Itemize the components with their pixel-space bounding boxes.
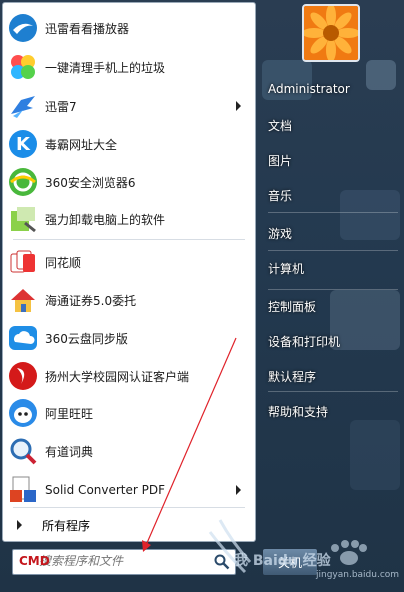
program-item-label: 360安全浏览器6 <box>45 175 136 190</box>
program-item-label: 一键清理手机上的垃圾 <box>45 60 166 75</box>
uninstaller-icon <box>7 203 39 235</box>
xunlei-bird-icon <box>7 90 39 122</box>
program-item-label: 海通证券5.0委托 <box>45 293 137 308</box>
flower-icon <box>304 6 358 60</box>
separator <box>13 239 245 240</box>
program-item-label: 强力卸载电脑上的软件 <box>45 212 166 227</box>
program-item[interactable]: 强力卸载电脑上的软件 <box>7 202 251 236</box>
right-separator <box>268 250 398 251</box>
right-menu-item[interactable]: 帮助和支持 <box>268 403 328 420</box>
search-icon[interactable] <box>213 553 231 571</box>
program-item[interactable]: 同花顺 <box>7 245 251 279</box>
submenu-arrow-icon[interactable] <box>236 485 241 495</box>
program-item-label: 有道词典 <box>45 444 94 459</box>
right-separator <box>268 391 398 392</box>
xunlei-kankan-icon <box>7 12 39 44</box>
watermark-text: 我 Baidu 经验 <box>234 553 331 569</box>
all-programs-label: 所有程序 <box>42 518 91 533</box>
program-item-label: 360云盘同步版 <box>45 331 128 346</box>
right-pane: Administrator 文档图片音乐游戏计算机控制面板设备和打印机 默认程序帮助… <box>256 0 404 592</box>
right-menu-item[interactable]: 默认程序 <box>268 368 316 385</box>
program-item-label: Solid Converter PDF <box>45 483 166 497</box>
program-item[interactable]: 阿里旺旺 <box>7 396 251 430</box>
program-item-label: 迅雷看看播放器 <box>45 21 130 36</box>
right-separator <box>268 212 398 213</box>
right-menu-item[interactable]: 计算机 <box>268 260 304 277</box>
right-separator <box>268 289 398 290</box>
separator <box>13 507 245 508</box>
aliwangwang-icon <box>7 397 39 429</box>
program-item[interactable]: 迅雷看看播放器 <box>7 11 251 45</box>
360-browser-icon <box>7 166 39 198</box>
programs-pane: 迅雷看看播放器一键清理手机上的垃圾 迅雷7 K 毒霸网址大全 360安全浏览器6 强力卸载… <box>2 2 256 542</box>
search-typed-text: CMD <box>19 554 50 568</box>
svg-text:K: K <box>16 134 31 155</box>
tonghuashun-cards-icon <box>7 246 39 278</box>
program-item[interactable]: 扬州大学校园网认证客户端 <box>7 359 251 393</box>
right-menu-item[interactable]: 图片 <box>268 152 292 169</box>
pdf-converter-icon <box>7 474 39 506</box>
search-box[interactable]: CMD <box>12 549 236 575</box>
user-avatar[interactable] <box>302 4 360 62</box>
program-item-label: 阿里旺旺 <box>45 406 94 421</box>
all-programs-button[interactable]: 所有程序 <box>7 513 251 537</box>
program-item-label: 扬州大学校园网认证客户端 <box>45 369 190 384</box>
program-item[interactable]: 360安全浏览器6 <box>7 165 251 199</box>
program-item[interactable]: 海通证券5.0委托 <box>7 283 251 317</box>
program-item[interactable]: 迅雷7 <box>7 89 251 123</box>
expand-arrow-icon <box>17 520 22 530</box>
right-menu-item[interactable]: 控制面板 <box>268 298 316 315</box>
submenu-arrow-icon[interactable] <box>236 101 241 111</box>
user-name-link[interactable]: Administrator <box>268 82 350 96</box>
watermark-url: jingyan.baidu.com <box>316 570 400 580</box>
yzu-client-icon <box>7 360 39 392</box>
program-item-label: 迅雷7 <box>45 99 77 114</box>
program-item[interactable]: 有道词典 <box>7 434 251 468</box>
program-item[interactable]: 一键清理手机上的垃圾 <box>7 50 251 84</box>
youdao-dict-icon <box>7 435 39 467</box>
phone-cleaner-icon <box>7 51 39 83</box>
duba-k-icon: K <box>7 128 39 160</box>
right-menu-item[interactable]: 游戏 <box>268 225 292 242</box>
program-item-label: 毒霸网址大全 <box>45 137 118 152</box>
program-item[interactable]: 360云盘同步版 <box>7 321 251 355</box>
program-item-label: 同花顺 <box>45 255 82 270</box>
right-menu-item[interactable]: 音乐 <box>268 187 292 204</box>
360-cloud-icon <box>7 322 39 354</box>
right-menu-item[interactable]: 设备和打印机 <box>268 333 340 350</box>
program-item[interactable]: Solid Converter PDF <box>7 473 251 507</box>
program-item[interactable]: K 毒霸网址大全 <box>7 127 251 161</box>
haitong-house-icon <box>7 284 39 316</box>
right-menu-item[interactable]: 文档 <box>268 117 292 134</box>
